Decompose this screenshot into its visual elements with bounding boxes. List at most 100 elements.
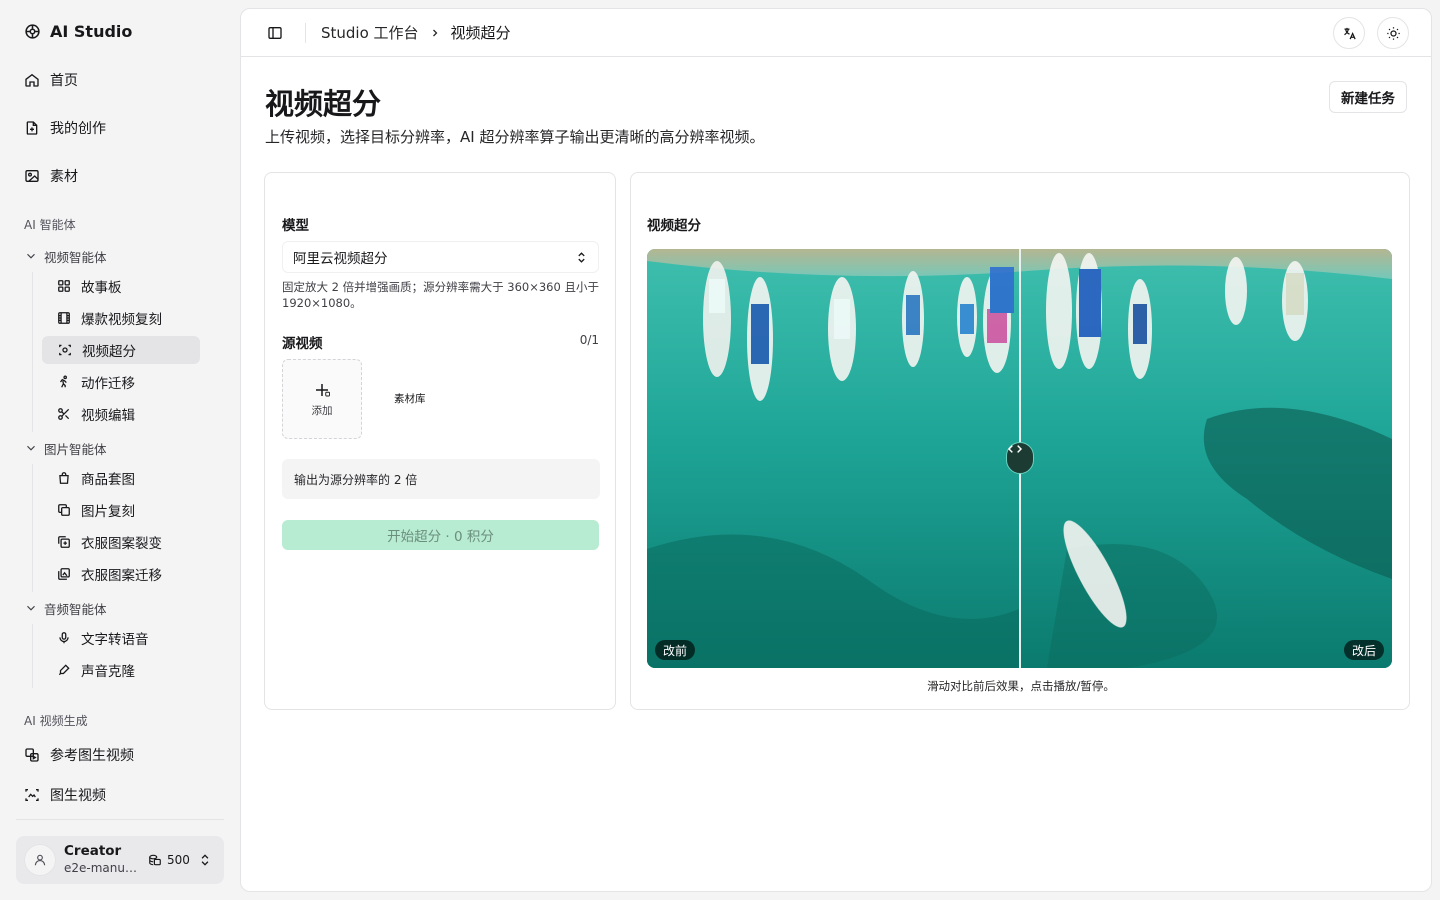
model-label: 模型	[282, 218, 309, 234]
compare-viewer[interactable]: 改前 改后	[647, 249, 1392, 668]
plus-icon	[313, 381, 331, 399]
reference-video-icon	[24, 747, 40, 763]
new-task-button[interactable]: 新建任务	[1329, 81, 1407, 113]
model-select[interactable]: 阿里云视频超分	[282, 241, 599, 273]
sidebar-toggle-icon[interactable]	[267, 25, 283, 41]
chevron-down-icon	[24, 249, 38, 263]
sidebar-item-viral-video-copy[interactable]: 爆款视频复刻	[41, 304, 200, 332]
chevron-down-icon	[24, 601, 38, 615]
grid-icon	[57, 279, 71, 293]
sidebar-item-home[interactable]: 首页	[16, 64, 224, 96]
topbar-divider	[305, 23, 306, 43]
sidebar-item-voice-clone[interactable]: 声音克隆	[41, 656, 200, 684]
sidebar-item-assets[interactable]: 素材	[16, 160, 224, 192]
language-button[interactable]	[1333, 17, 1365, 49]
chevron-down-icon	[24, 441, 38, 455]
video-gen-nav: 参考图生视频 图生视频	[16, 739, 224, 819]
sun-icon	[1386, 26, 1401, 41]
chevrons-up-down-icon	[198, 853, 212, 867]
user-meta: Creator e2e-manual@example.com	[64, 843, 142, 877]
section-label-video-gen: AI 视频生成	[24, 714, 88, 728]
sub-item-label: 声音克隆	[81, 664, 135, 680]
image-icon	[24, 168, 40, 184]
breadcrumb: Studio 工作台 视频超分	[321, 22, 511, 43]
theme-toggle-button[interactable]	[1377, 17, 1409, 49]
group-audio-agents[interactable]: 音频智能体	[24, 598, 107, 618]
sub-item-label: 衣服图案裂变	[81, 536, 162, 552]
add-video-button[interactable]: 添加	[282, 359, 362, 439]
sidebar-item-my-creations[interactable]: 我的创作	[16, 112, 224, 144]
sidebar-item-pattern-transfer[interactable]: 衣服图案迁移	[41, 560, 200, 588]
before-badge: 改前	[655, 640, 696, 660]
sidebar-item-video-edit[interactable]: 视频编辑	[41, 400, 200, 428]
group-label: 视频智能体	[44, 249, 107, 265]
audio-agents-list: 文字转语音 声音克隆	[32, 624, 200, 688]
sub-item-label: 爆款视频复刻	[81, 312, 162, 328]
sub-item-label: 视频编辑	[81, 408, 135, 424]
sub-item-label: 衣服图案迁移	[81, 568, 162, 584]
preview-card: 视频超分 改前 改后 滑动对比前后效果，点击播放/暂停。	[630, 172, 1410, 710]
credits-value: 500	[167, 853, 190, 867]
top-bar: Studio 工作台 视频超分	[241, 9, 1431, 57]
sub-item-label: 商品套图	[81, 472, 135, 488]
sidebar-item-motion-transfer[interactable]: 动作迁移	[41, 368, 200, 396]
sidebar-item-label: 图生视频	[50, 788, 106, 804]
group-image-agents[interactable]: 图片智能体	[24, 438, 107, 458]
copy-icon	[57, 503, 71, 517]
compare-slider-handle[interactable]	[1006, 442, 1034, 474]
sub-item-label: 文字转语音	[81, 632, 149, 648]
chevron-right-icon	[429, 27, 441, 39]
scan-icon	[58, 343, 72, 357]
sidebar-item-label: 首页	[50, 73, 78, 89]
file-icon	[24, 120, 40, 136]
group-label: 音频智能体	[44, 601, 107, 617]
user-email: e2e-manual@example.com	[64, 861, 142, 875]
sidebar-item-pattern-variation[interactable]: 衣服图案裂变	[41, 528, 200, 556]
credits-badge: 500	[148, 853, 190, 867]
group-label: 图片智能体	[44, 441, 107, 457]
microphone-icon	[57, 631, 71, 645]
source-video-label: 源视频	[282, 336, 323, 352]
avatar	[24, 844, 56, 876]
page-description: 上传视频，选择目标分辨率，AI 超分辨率算子输出更清晰的高分辨率视频。	[265, 128, 765, 146]
group-video-agents[interactable]: 视频智能体	[24, 246, 107, 266]
sidebar-divider	[16, 819, 224, 820]
home-icon	[24, 72, 40, 88]
page-title: 视频超分	[265, 87, 382, 121]
brand[interactable]: AI Studio	[24, 22, 132, 41]
scissors-icon	[57, 407, 71, 421]
user-name: Creator	[64, 843, 122, 859]
sub-item-label: 动作迁移	[81, 376, 135, 392]
breadcrumb-root[interactable]: Studio 工作台	[321, 22, 419, 43]
sidebar-item-storyboard[interactable]: 故事板	[41, 272, 200, 300]
voice-clone-icon	[57, 663, 71, 677]
after-badge: 改后	[1343, 640, 1384, 660]
image-agents-list: 商品套图 图片复刻 衣服图案裂变 衣服图案迁移	[32, 464, 200, 592]
sidebar: AI Studio 首页 我的创作 素材 AI 智能体 视频智能体 故事板 爆款…	[0, 0, 240, 900]
breadcrumb-current: 视频超分	[450, 24, 511, 42]
sub-item-label: 图片复刻	[81, 504, 135, 520]
images-plus-icon	[57, 535, 71, 549]
user-icon	[33, 853, 47, 867]
sidebar-item-label: 素材	[50, 169, 78, 185]
user-menu[interactable]: Creator e2e-manual@example.com 500	[16, 836, 224, 884]
model-select-value: 阿里云视频超分	[293, 251, 388, 267]
sidebar-item-image-to-video[interactable]: 图生视频	[16, 779, 224, 811]
sidebar-item-label: 参考图生视频	[50, 748, 134, 764]
sidebar-item-reference-to-video[interactable]: 参考图生视频	[16, 739, 224, 771]
section-label-agents: AI 智能体	[24, 218, 76, 232]
source-video-count: 0/1	[579, 333, 599, 347]
sidebar-item-label: 我的创作	[50, 121, 106, 137]
add-label: 添加	[311, 404, 333, 417]
sidebar-item-image-copy[interactable]: 图片复刻	[41, 496, 200, 524]
brand-logo-icon	[24, 23, 41, 40]
start-upscale-button[interactable]: 开始超分 · 0 积分	[282, 520, 599, 550]
sidebar-item-text-to-speech[interactable]: 文字转语音	[41, 624, 200, 652]
output-note: 输出为源分辨率的 2 倍	[282, 459, 600, 499]
sub-item-label: 视频超分	[82, 344, 136, 360]
sidebar-item-video-upscale[interactable]: 视频超分	[42, 336, 200, 364]
asset-library-link[interactable]: 素材库	[394, 391, 426, 406]
sidebar-top-nav: 首页 我的创作 素材	[16, 64, 224, 208]
brand-name: AI Studio	[50, 22, 133, 41]
sidebar-item-product-images[interactable]: 商品套图	[41, 464, 200, 492]
